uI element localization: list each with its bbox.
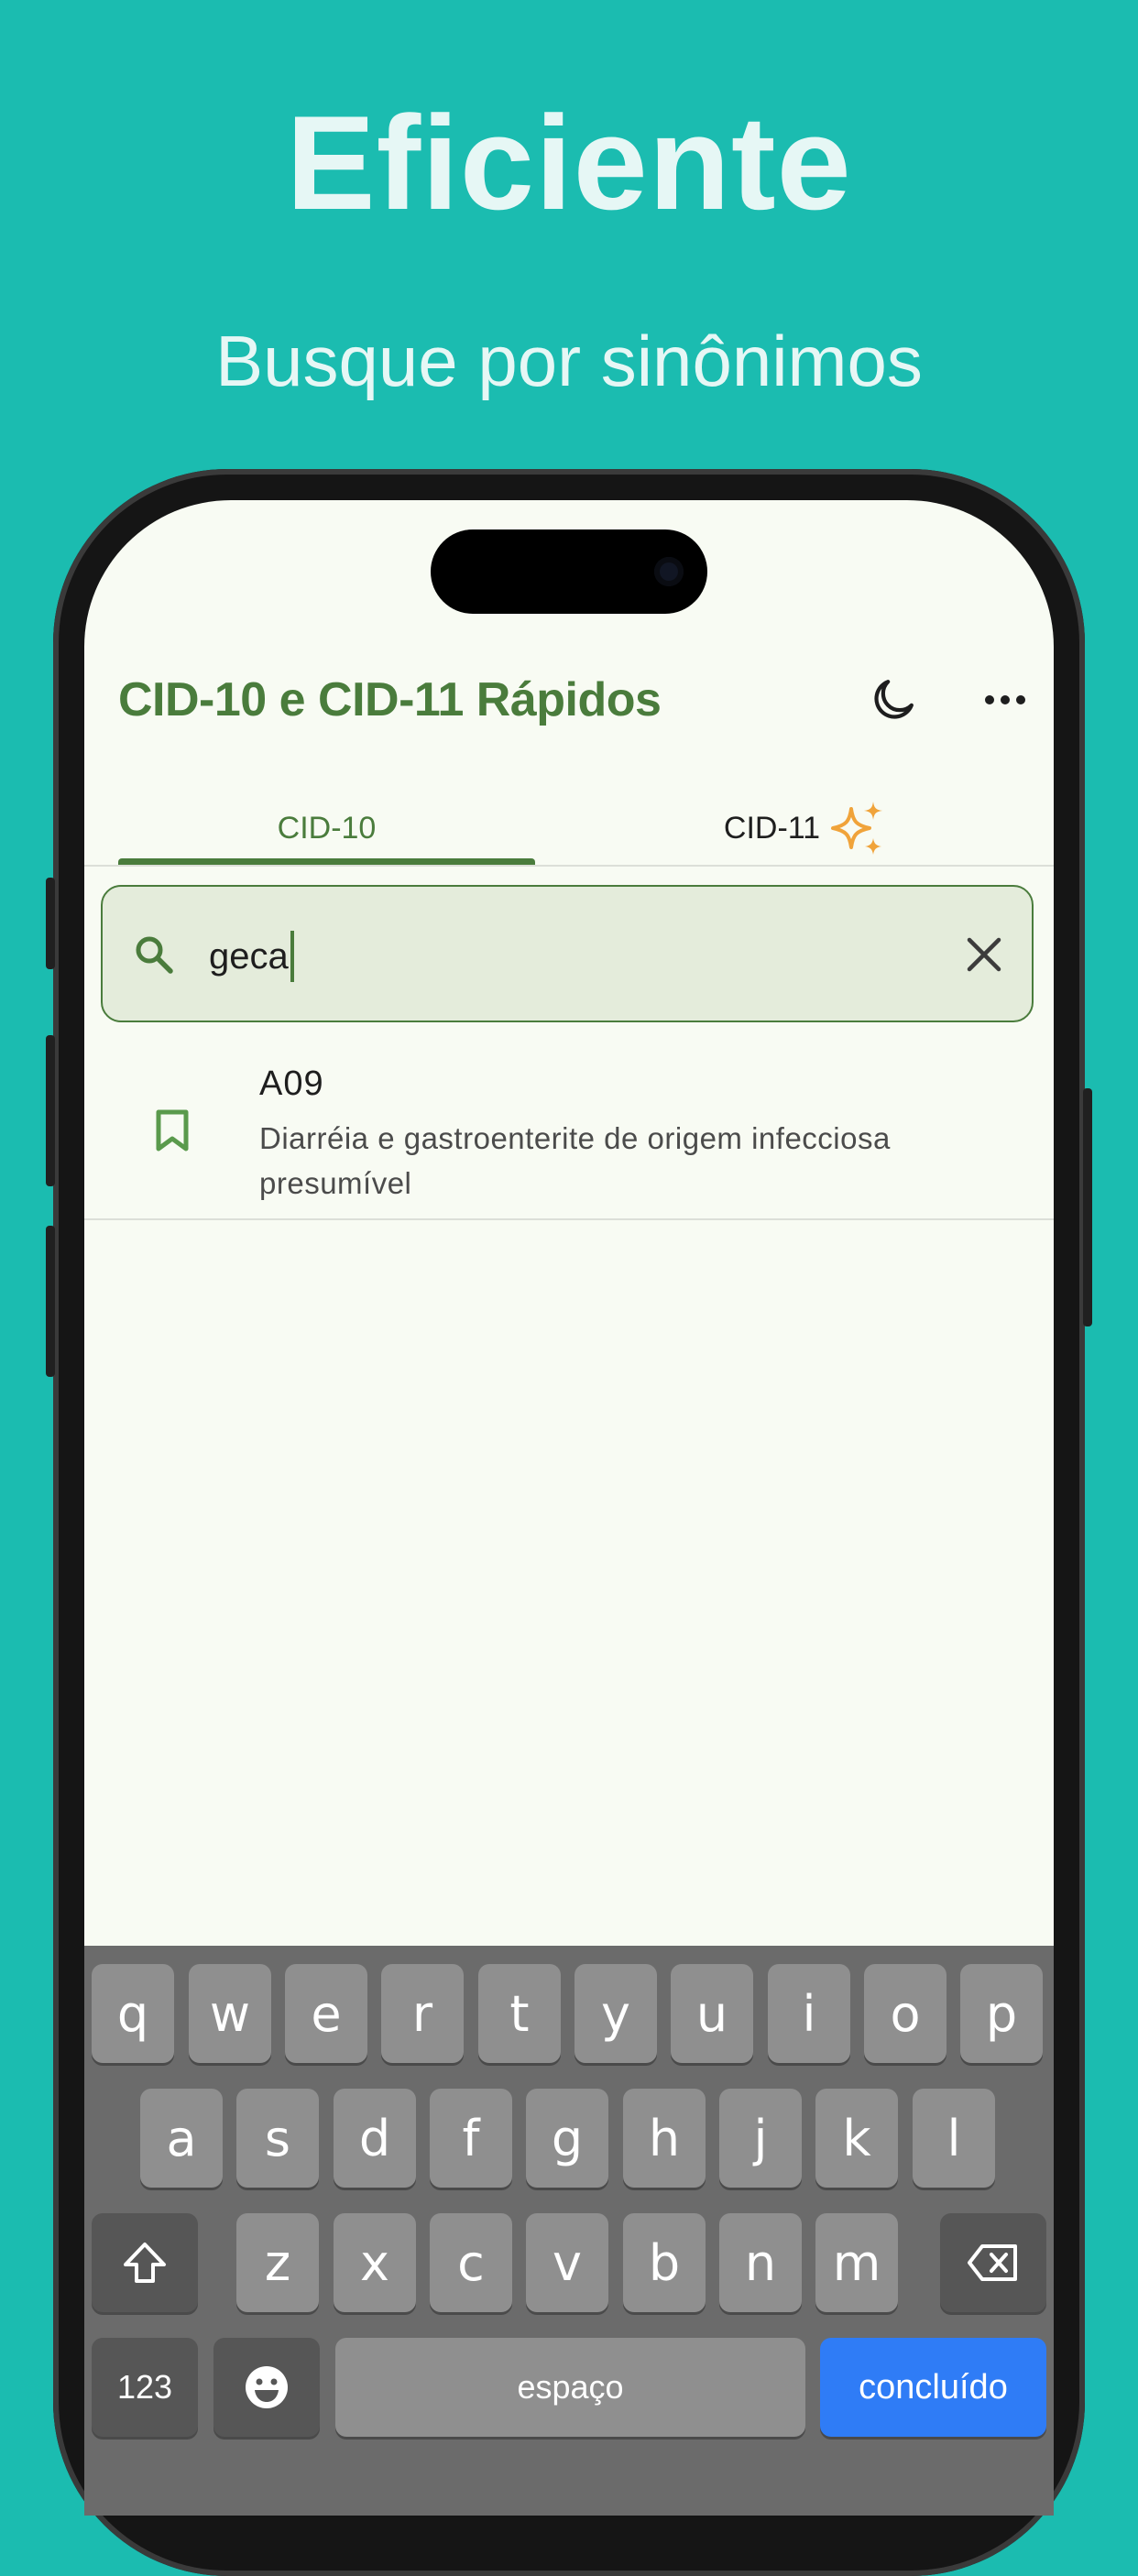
numbers-key[interactable]: 123 [92,2338,198,2437]
done-key[interactable]: concluído [820,2338,1046,2437]
emoji-icon [246,2366,288,2408]
text-caret [290,931,294,982]
close-icon[interactable] [964,934,1004,975]
emoji-key[interactable] [213,2338,320,2437]
moon-icon[interactable] [868,674,919,726]
result-description: Diarréia e gastroenterite de origem infe… [259,1121,891,1200]
promo-subheadline: Busque por sinônimos [215,321,923,401]
sparkle-icon [831,802,883,855]
key-n[interactable]: n [719,2213,802,2312]
key-j[interactable]: j [719,2089,802,2188]
key-s[interactable]: s [236,2089,319,2188]
key-a[interactable]: a [140,2089,223,2188]
key-i[interactable]: i [768,1964,850,2063]
space-key[interactable]: espaço [335,2338,805,2437]
search-input[interactable]: geca [209,931,294,982]
key-q[interactable]: q [92,1964,174,2063]
app-title: CID-10 e CID-11 Rápidos [118,673,662,726]
tab-cid-11-label: CID-11 [723,810,821,846]
key-k[interactable]: k [815,2089,898,2188]
result-code: A09 [259,1064,324,1103]
dynamic-island [431,529,707,614]
key-m[interactable]: m [815,2213,898,2312]
key-t[interactable]: t [478,1964,561,2063]
search-input-value: geca [209,935,289,977]
phone-screen: CID-10 e CID-11 Rápidos CID-10 CID-11 ge… [84,500,1054,2516]
key-u[interactable]: u [671,1964,753,2063]
tab-cid-10-label: CID-10 [277,810,377,846]
key-o[interactable]: o [864,1964,947,2063]
key-f[interactable]: f [430,2089,512,2188]
tab-indicator [118,858,535,865]
result-divider [84,1218,1054,1220]
tab-cid-10[interactable]: CID-10 [118,791,535,865]
promo-headline: Eficiente [286,88,852,237]
key-e[interactable]: e [285,1964,367,2063]
tab-cid-11[interactable]: CID-11 [597,791,1014,865]
key-d[interactable]: d [334,2089,416,2188]
keyboard: q w e r t y u i o p a s d f g h j k l z … [84,1946,1054,2516]
search-icon [136,936,173,974]
key-r[interactable]: r [381,1964,464,2063]
tab-divider [84,865,1054,867]
delete-key[interactable] [940,2213,1046,2312]
key-z[interactable]: z [236,2213,319,2312]
key-y[interactable]: y [574,1964,657,2063]
backspace-icon [968,2244,1017,2281]
camera-icon [654,557,684,586]
bookmark-icon[interactable] [154,1108,191,1152]
result-list-item[interactable]: A09 Diarréia e gastroenterite de origem … [84,1048,1054,1213]
phone-power-button [1083,1088,1092,1326]
shift-key[interactable] [92,2213,198,2312]
key-p[interactable]: p [960,1964,1043,2063]
key-h[interactable]: h [623,2089,706,2188]
key-g[interactable]: g [526,2089,608,2188]
search-field[interactable]: geca [101,885,1034,1022]
key-c[interactable]: c [430,2213,512,2312]
tab-bar: CID-10 CID-11 [84,791,1054,865]
key-w[interactable]: w [189,1964,271,2063]
key-x[interactable]: x [334,2213,416,2312]
phone-volume-up [46,1035,55,1186]
key-v[interactable]: v [526,2213,608,2312]
phone-silent-switch [46,878,55,969]
key-l[interactable]: l [913,2089,995,2188]
key-b[interactable]: b [623,2213,706,2312]
shift-icon [124,2243,166,2283]
more-options-icon[interactable] [982,683,1028,716]
phone-volume-down [46,1226,55,1377]
